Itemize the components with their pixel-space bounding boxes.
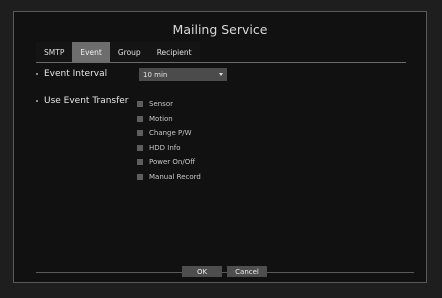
power-on-off-checkbox[interactable] [137, 159, 143, 166]
tab-recipient[interactable]: Recipient [148, 42, 200, 62]
event-interval-select[interactable]: 10 min [139, 68, 227, 81]
option-label: HDD Info [149, 143, 181, 152]
cancel-button[interactable]: Cancel [227, 266, 267, 277]
bullet-icon [36, 73, 38, 75]
footer-divider [36, 272, 414, 273]
tab-divider [36, 62, 406, 63]
dropdown-arrow[interactable] [215, 68, 227, 81]
ok-button[interactable]: OK [182, 266, 222, 277]
option-change-pw[interactable]: Change P/W [137, 126, 201, 141]
use-event-transfer-row: Use Event Transfer [36, 96, 129, 106]
mailing-service-dialog: Mailing Service SMTP Event Group Recipie… [13, 11, 427, 283]
option-label: Power On/Off [149, 158, 196, 167]
tab-event[interactable]: Event [72, 42, 110, 62]
change-pw-checkbox[interactable] [137, 130, 143, 137]
option-label: Motion [149, 114, 173, 123]
event-transfer-options: Sensor Motion Change P/W HDD Info Power … [137, 97, 201, 184]
option-label: Change P/W [149, 129, 192, 138]
option-manual-record[interactable]: Manual Record [137, 170, 201, 185]
event-interval-label: Event Interval [44, 69, 108, 79]
sensor-checkbox[interactable] [137, 101, 143, 108]
tab-smtp[interactable]: SMTP [36, 42, 73, 62]
tab-group[interactable]: Group [109, 42, 149, 62]
option-label: Manual Record [149, 172, 201, 181]
bullet-icon [36, 100, 38, 102]
option-sensor[interactable]: Sensor [137, 97, 201, 112]
chevron-down-icon [219, 73, 223, 76]
option-label: Sensor [149, 100, 173, 109]
option-power-on-off[interactable]: Power On/Off [137, 155, 201, 170]
dialog-title: Mailing Service [172, 22, 268, 37]
event-interval-value: 10 min [143, 70, 168, 79]
motion-checkbox[interactable] [137, 115, 143, 122]
use-event-transfer-label: Use Event Transfer [44, 96, 129, 106]
event-interval-row: Event Interval [36, 69, 107, 79]
manual-record-checkbox[interactable] [137, 173, 143, 180]
option-motion[interactable]: Motion [137, 112, 201, 127]
tab-bar: SMTP Event Group Recipient [36, 42, 200, 62]
option-hdd-info[interactable]: HDD Info [137, 141, 201, 156]
hdd-info-checkbox[interactable] [137, 144, 143, 151]
